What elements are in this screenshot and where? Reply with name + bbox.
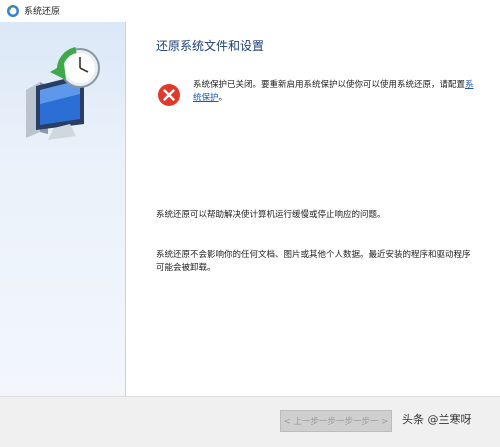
- error-message-text: 系统保护已关闭。要重新启用系统保护以使你可以使用系统还原，请配置: [193, 80, 466, 90]
- error-icon: [158, 84, 180, 106]
- window-title: 系统还原: [24, 7, 61, 17]
- system-restore-icon: [7, 5, 19, 17]
- main-panel: 还原系统文件和设置 系统保护已关闭。要重新启用系统保护以使你可以使用系统还原，请…: [126, 22, 500, 396]
- info-paragraph-1: 系统还原可以帮助解决使计算机运行缓慢或停止响应的问题。: [156, 210, 386, 220]
- info-paragraph-2: 系统还原不会影响你的任何文档、图片或其他个人数据。最近安装的程序和驱动程序可能会…: [156, 250, 471, 273]
- footer-bar: < 上一步一步一步一步一 > 头条 @兰寒呀: [0, 396, 500, 447]
- title-bar: 系统还原: [0, 0, 500, 22]
- back-button[interactable]: < 上一步一步一步一步一 >: [280, 410, 392, 432]
- watermark-text: 头条 @兰寒呀: [402, 413, 472, 426]
- computer-clock-icon: [26, 47, 100, 140]
- error-message-end: 。: [218, 93, 228, 103]
- error-message: 系统保护已关闭。要重新启用系统保护以使你可以使用系统还原，请配置系统保护。: [193, 79, 478, 105]
- page-title: 还原系统文件和设置: [156, 39, 265, 53]
- sidebar-panel: [0, 22, 126, 396]
